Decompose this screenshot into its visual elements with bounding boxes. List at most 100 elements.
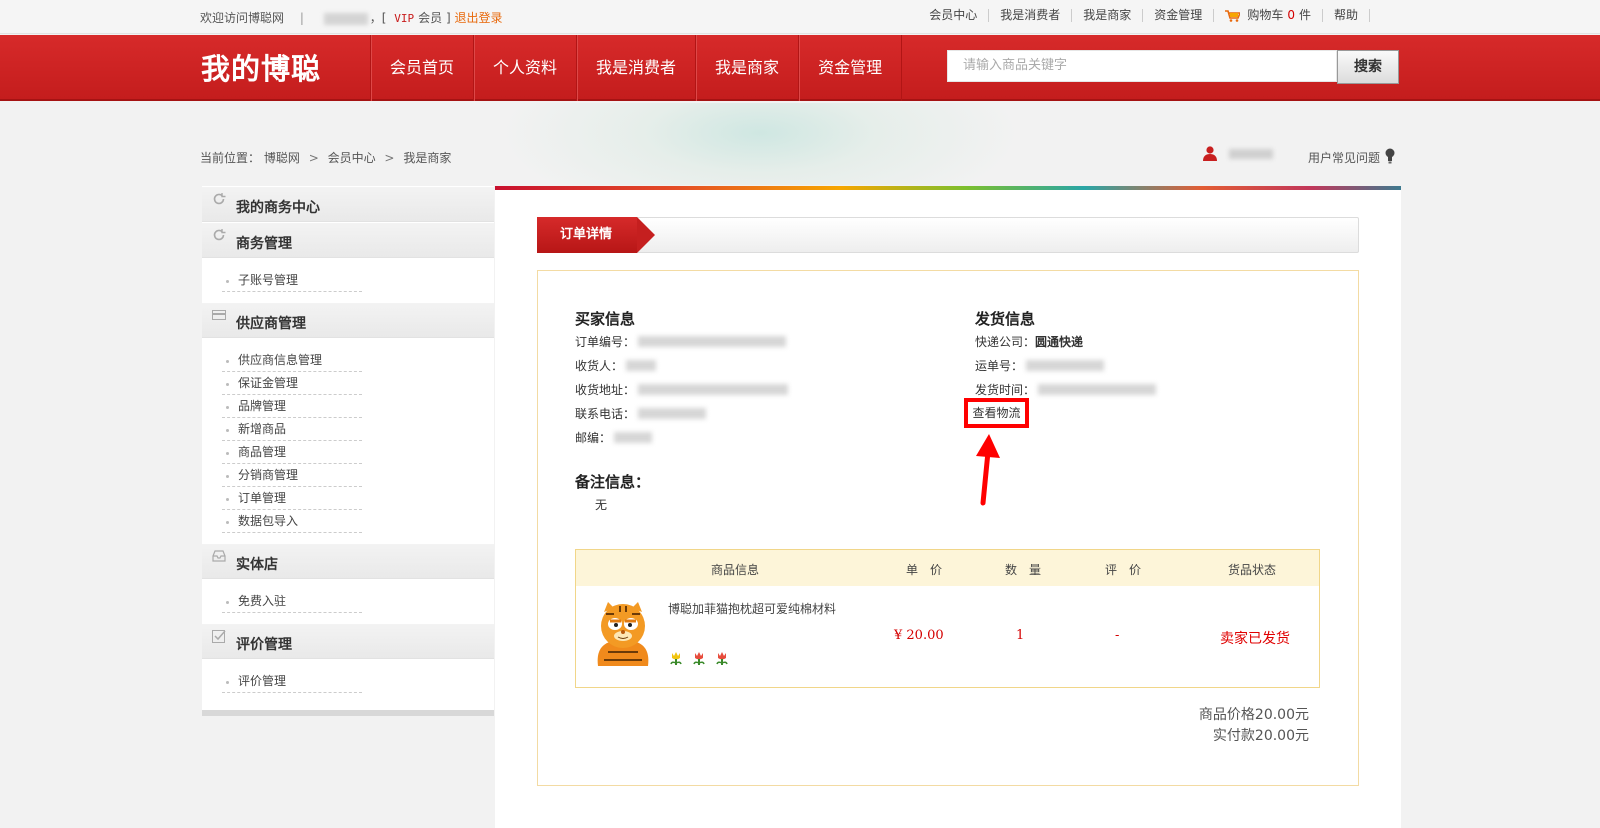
sidebar-item-add-product[interactable]: 新增商品 xyxy=(222,418,362,441)
sidebar: 我的商务中心 商务管理 子账号管理 供应商管理 供应商信息管理 保证金管理 品牌… xyxy=(202,186,494,716)
main-navbar: 我的博聪 会员首页 个人资料 我是消费者 我是商家 资金管理 请输入商品关键字 … xyxy=(0,35,1600,101)
store-icon xyxy=(212,550,226,562)
redacted-value xyxy=(614,432,653,443)
tab-bar: 订单详情 xyxy=(537,217,1359,253)
help-link[interactable]: 帮助 xyxy=(1323,9,1370,22)
col-quantity: 数 量 xyxy=(1005,563,1042,577)
buyer-info-title: 买家信息 xyxy=(575,310,636,328)
sidebar-item-data-import[interactable]: 数据包导入 xyxy=(222,510,362,533)
sidebar-item-distributors[interactable]: 分销商管理 xyxy=(222,464,362,487)
faq-link[interactable]: 用户常见问题 xyxy=(1308,148,1395,166)
site-logo[interactable]: 我的博聪 xyxy=(201,46,321,88)
goods-table-header: 商品信息 单 价 数 量 评 价 货品状态 xyxy=(576,550,1319,586)
redacted-value xyxy=(1026,360,1105,371)
remark-value: 无 xyxy=(595,498,608,512)
top-link-funds[interactable]: 资金管理 xyxy=(1143,9,1215,22)
sidebar-list: 供应商信息管理 保证金管理 品牌管理 新增商品 商品管理 分销商管理 订单管理 … xyxy=(202,338,494,543)
sidebar-item-orders[interactable]: 订单管理 xyxy=(222,487,362,510)
logout-link[interactable]: 退出登录 xyxy=(454,11,502,25)
quantity: 1 xyxy=(1016,628,1025,643)
cart-label: 购物车 xyxy=(1247,8,1284,22)
zipcode-row: 邮编： xyxy=(575,429,653,446)
user-icon xyxy=(1203,146,1217,161)
col-product-info: 商品信息 xyxy=(711,563,760,577)
welcome-area: 欢迎访问博聪网 | ，[ VIP 会员 ] 退出登录 xyxy=(200,11,503,25)
main-content: 订单详情 买家信息 订单编号： 收货人： 收货地址： 联系电话： 邮编： 发货信… xyxy=(495,186,1401,828)
sidebar-item-deposit[interactable]: 保证金管理 xyxy=(222,372,362,395)
ship-time-row: 发货时间： xyxy=(975,381,1157,398)
sidebar-section-supplier[interactable]: 供应商管理 xyxy=(202,302,494,338)
nav-member-home[interactable]: 会员首页 xyxy=(371,35,475,101)
nav-merchant[interactable]: 我是商家 xyxy=(696,35,800,101)
sidebar-list: 免费入驻 xyxy=(202,579,494,623)
member-level: 会员 xyxy=(418,11,443,25)
address-row: 收货地址： xyxy=(575,381,789,398)
banner-background xyxy=(0,103,1600,185)
sidebar-list: 子账号管理 xyxy=(202,258,494,302)
order-detail-box: 买家信息 订单编号： 收货人： 收货地址： 联系电话： 邮编： 发货信息 快递公… xyxy=(537,270,1359,786)
tab-order-detail[interactable]: 订单详情 xyxy=(537,217,655,253)
nav-profile[interactable]: 个人资料 xyxy=(474,35,578,101)
sidebar-item-review-management[interactable]: 评价管理 xyxy=(222,670,362,693)
sidebar-item-products[interactable]: 商品管理 xyxy=(222,441,362,464)
top-link-consumer[interactable]: 我是消费者 xyxy=(989,9,1073,22)
top-link-merchant[interactable]: 我是商家 xyxy=(1072,9,1144,22)
search-input[interactable]: 请输入商品关键字 xyxy=(947,50,1337,82)
redacted-value xyxy=(638,408,707,419)
tulip-badge-icon xyxy=(670,652,682,665)
search-button[interactable]: 搜索 xyxy=(1337,50,1399,84)
certified-badge-icon xyxy=(716,652,728,665)
breadcrumb-member-center[interactable]: 会员中心 xyxy=(328,151,376,165)
sidebar-section-business-management[interactable]: 商务管理 xyxy=(202,222,494,258)
product-name-link[interactable]: 博聪加菲猫抱枕超可爱纯棉材料 xyxy=(668,600,836,617)
genuine-badge-icon xyxy=(693,652,705,665)
nav-funds[interactable]: 资金管理 xyxy=(799,35,903,101)
shipping-info-title: 发货信息 xyxy=(975,310,1036,328)
remark-title: 备注信息： xyxy=(575,473,651,491)
goods-table: 商品信息 单 价 数 量 评 价 货品状态 博聪加菲猫抱枕超可爱纯棉材料 ¥ 2… xyxy=(575,549,1320,688)
sidebar-item-supplier-info[interactable]: 供应商信息管理 xyxy=(222,349,362,372)
lightbulb-icon xyxy=(1385,148,1395,163)
breadcrumb-home[interactable]: 博聪网 xyxy=(264,151,300,165)
breadcrumb-merchant[interactable]: 我是商家 xyxy=(403,151,451,165)
main-nav: 会员首页 个人资料 我是消费者 我是商家 资金管理 xyxy=(370,35,903,101)
redacted-value xyxy=(638,384,789,395)
col-review: 评 价 xyxy=(1105,563,1142,577)
color-strip xyxy=(495,186,1401,190)
cart-icon xyxy=(1225,9,1241,22)
courier-name: 圆通快递 xyxy=(1035,335,1084,349)
goods-status: 卖家已发货 xyxy=(1220,631,1290,647)
cart-link[interactable]: 购物车 0 件 xyxy=(1214,9,1323,22)
sidebar-item-free-entry[interactable]: 免费入驻 xyxy=(222,590,362,613)
product-badges xyxy=(668,650,730,666)
nav-consumer[interactable]: 我是消费者 xyxy=(577,35,697,101)
sidebar-section-store[interactable]: 实体店 xyxy=(202,543,494,579)
sidebar-item-brand[interactable]: 品牌管理 xyxy=(222,395,362,418)
sidebar-section-reviews[interactable]: 评价管理 xyxy=(202,623,494,659)
breadcrumb: 当前位置： 博聪网 > 会员中心 > 我是商家 xyxy=(200,151,452,165)
sidebar-item-sub-accounts[interactable]: 子账号管理 xyxy=(222,269,362,292)
top-bar: 欢迎访问博聪网 | ，[ VIP 会员 ] 退出登录 会员中心 我是消费者 我是商… xyxy=(0,0,1600,34)
product-thumbnail[interactable] xyxy=(590,600,656,668)
paid-amount: 实付款20.00元 xyxy=(1212,728,1309,744)
top-link-member-center[interactable]: 会员中心 xyxy=(918,9,990,22)
user-area[interactable] xyxy=(1203,146,1273,161)
view-logistics-link[interactable]: 查看物流 xyxy=(964,398,1029,428)
col-goods-status: 货品状态 xyxy=(1228,563,1277,577)
waybill-row: 运单号： xyxy=(975,357,1105,374)
courier-row: 快递公司： 圆通快递 xyxy=(975,335,1084,349)
welcome-text: 欢迎访问博聪网 xyxy=(200,11,285,25)
cart-count: 0 xyxy=(1287,8,1295,22)
unit-price: ¥ 20.00 xyxy=(894,628,944,643)
checkbox-icon xyxy=(212,630,226,643)
sidebar-list: 评价管理 xyxy=(202,659,494,703)
redacted-value xyxy=(638,336,787,347)
sidebar-section-business-center[interactable]: 我的商务中心 xyxy=(202,186,494,222)
phone-row: 联系电话： xyxy=(575,405,707,422)
redacted-value xyxy=(1038,384,1157,395)
username-redacted xyxy=(323,12,368,25)
col-unit-price: 单 价 xyxy=(906,563,943,577)
top-links: 会员中心 我是消费者 我是商家 资金管理 购物车 0 件 帮助 xyxy=(918,9,1370,22)
refresh-icon xyxy=(213,193,226,205)
order-totals: 商品价格20.00元 实付款20.00元 xyxy=(1199,705,1309,747)
